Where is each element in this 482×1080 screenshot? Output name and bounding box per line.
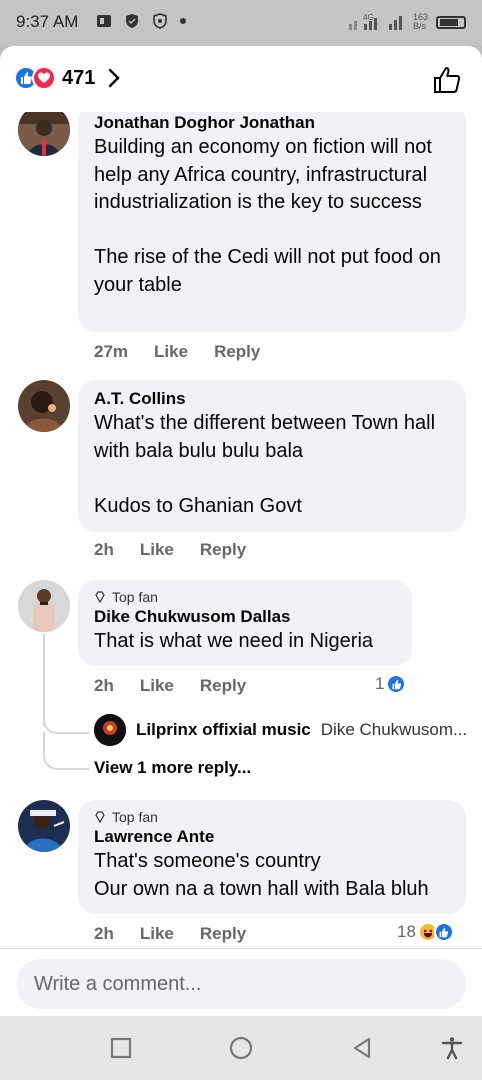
love-icon (32, 66, 56, 90)
comment-text: Building an economy on fiction will not … (94, 136, 441, 296)
reply-button[interactable]: Reply (214, 342, 260, 362)
status-right: 4G 163 B/s (347, 12, 466, 32)
status-time: 9:37 AM (16, 12, 79, 31)
signal-icon: 4G (348, 13, 402, 30)
reply-button[interactable]: Reply (200, 924, 246, 944)
notification-icons (96, 13, 186, 29)
reply-snippet: Dike Chukwusom... (320, 720, 468, 739)
chevron-right-icon (109, 68, 121, 88)
reaction-count: 471 (62, 66, 96, 89)
comment-reaction-count[interactable]: 1 (375, 674, 407, 694)
comment-bubble[interactable]: Jonathan Doghor Jonathan Building an eco… (78, 104, 466, 332)
battery-icon (436, 15, 466, 29)
reaction-count-value: 18 (397, 922, 416, 941)
top-fan-badge: Top fan (94, 588, 396, 606)
top-fan-label: Top fan (112, 809, 158, 825)
like-icon (386, 674, 407, 694)
like-button[interactable]: Like (140, 676, 174, 696)
comment-bubble[interactable]: A.T. Collins What's the different betwee… (78, 380, 466, 532)
reaction-count-value: 1 (375, 674, 385, 693)
avatar (94, 714, 126, 746)
comment-time[interactable]: 2h (94, 676, 114, 696)
comment-author[interactable]: Jonathan Doghor Jonathan (94, 112, 450, 134)
diamond-icon (95, 811, 105, 823)
avatar[interactable] (18, 800, 70, 852)
reply-author: Lilprinx offixial music (136, 720, 311, 739)
comment-actions: 2h Like Reply (94, 676, 246, 696)
top-fan-badge: Top fan (94, 808, 450, 826)
comment-text: That is what we need in Nigeria (94, 630, 374, 652)
back-triangle-icon[interactable] (350, 1036, 374, 1060)
comment-time[interactable]: 27m (94, 342, 128, 362)
thread-connector (43, 706, 89, 734)
like-button[interactable]: Like (140, 540, 174, 560)
thread-connector (43, 732, 89, 770)
like-icon (433, 922, 454, 942)
network-label: 4G (363, 13, 374, 22)
shield-icon (126, 14, 138, 28)
accessibility-icon[interactable] (440, 1036, 464, 1060)
comment-bubble[interactable]: Top fan Lawrence Ante That's someone's c… (78, 800, 466, 914)
comment-time[interactable]: 2h (94, 540, 114, 560)
comment-actions: 2h Like Reply (94, 924, 246, 944)
top-fan-label: Top fan (112, 589, 158, 605)
reaction-summary[interactable]: 471 (14, 66, 121, 90)
dot-icon (180, 18, 186, 24)
diamond-icon (95, 591, 105, 603)
reply-button[interactable]: Reply (200, 540, 246, 560)
circle-icon[interactable] (229, 1036, 253, 1060)
comment-author[interactable]: A.T. Collins (94, 388, 450, 410)
thumbs-up-outline-icon[interactable] (432, 65, 462, 95)
reply-button[interactable]: Reply (200, 676, 246, 696)
comment-author[interactable]: Dike Chukwusom Dallas (94, 606, 396, 628)
app-notification-icon (97, 15, 111, 27)
comment-text: That's someone's country Our own na a to… (94, 850, 429, 900)
view-more-replies-link[interactable]: View 1 more reply... (94, 758, 251, 778)
square-icon[interactable] (109, 1036, 133, 1060)
sheet-header: 471 (0, 46, 482, 112)
comments-sheet: 471 Jonathan Doghor Jonathan Building an… (0, 46, 482, 1016)
network-speed: 163 B/s (412, 12, 428, 31)
comment-text: What's the different between Town hall w… (94, 412, 436, 517)
status-bar: 9:37 AM 4G 163 B/s (0, 0, 482, 46)
avatar[interactable] (18, 580, 70, 632)
comment-actions: 27m Like Reply (94, 342, 260, 362)
system-nav-bar (0, 1016, 482, 1080)
shield-outline-icon (153, 13, 167, 29)
comment-bubble[interactable]: Top fan Dike Chukwusom Dallas That is wh… (78, 580, 412, 666)
comment-composer: Write a comment... (0, 948, 482, 1016)
comment-author[interactable]: Lawrence Ante (94, 826, 450, 848)
like-button[interactable]: Like (154, 342, 188, 362)
comment-time[interactable]: 2h (94, 924, 114, 944)
comment-actions: 2h Like Reply (94, 540, 246, 560)
comment-input[interactable]: Write a comment... (16, 959, 466, 1009)
like-button[interactable]: Like (140, 924, 174, 944)
avatar[interactable] (18, 380, 70, 432)
comment-reaction-count[interactable]: 18 (397, 922, 454, 942)
reply-preview[interactable]: Lilprinx offixial music Dike Chukwusom..… (94, 714, 467, 746)
